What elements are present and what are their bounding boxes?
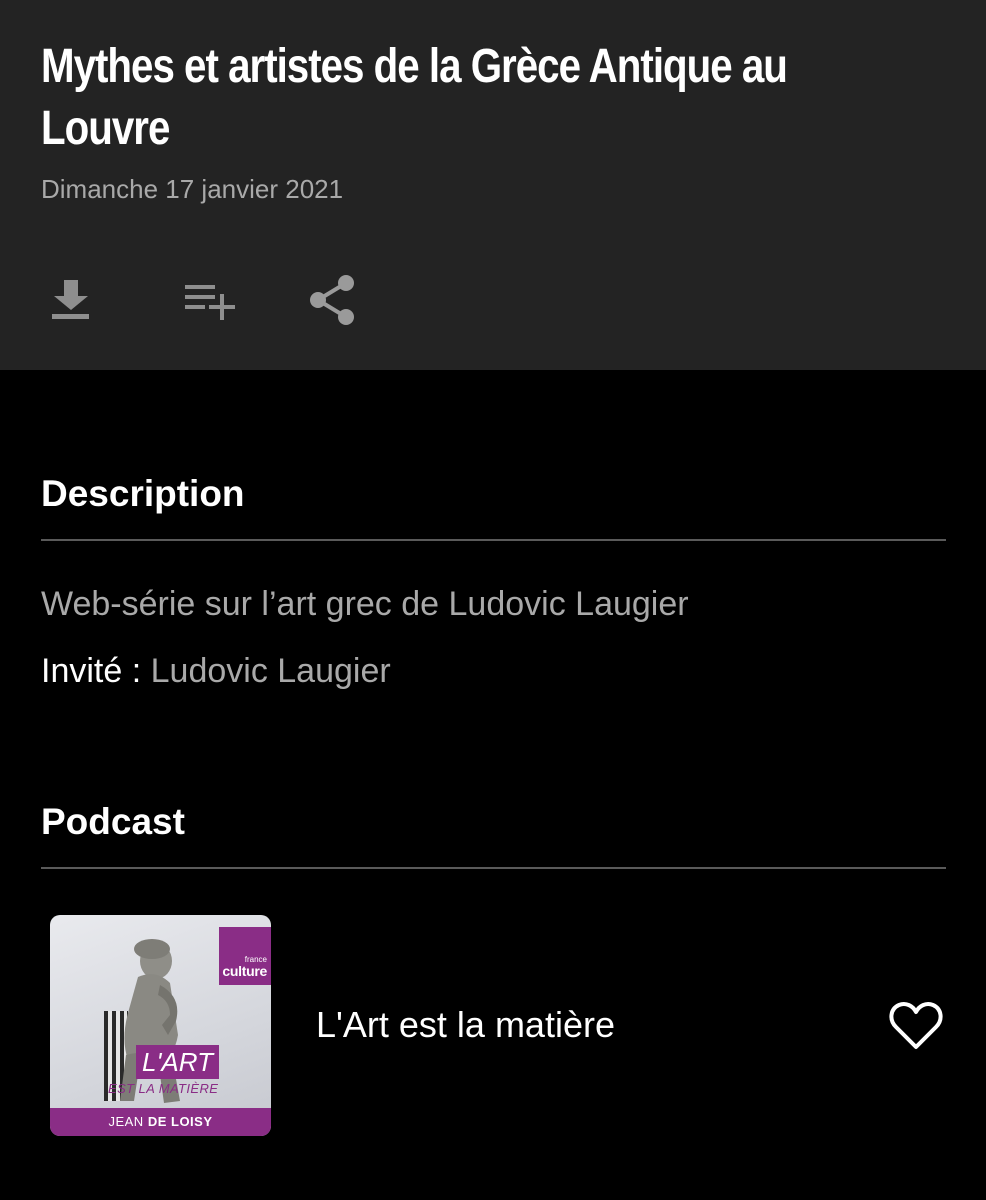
description-divider xyxy=(41,539,946,541)
share-button[interactable] xyxy=(306,272,358,328)
podcast-divider xyxy=(41,867,946,869)
france-culture-logo: france culture xyxy=(219,927,271,985)
podcast-name-link[interactable]: L'Art est la matière xyxy=(316,1004,615,1046)
playlist-add-icon xyxy=(185,285,235,320)
cover-author: JEAN DE LOISY xyxy=(50,1108,271,1136)
heart-outline-icon xyxy=(889,1001,943,1049)
episode-date: Dimanche 17 janvier 2021 xyxy=(41,174,344,204)
favorite-button[interactable] xyxy=(888,1000,944,1057)
podcast-heading: Podcast xyxy=(41,801,185,842)
share-icon xyxy=(310,275,354,325)
download-button[interactable] xyxy=(50,276,92,324)
cover-title-line2: EST LA MATIÈRE xyxy=(108,1081,219,1096)
add-to-playlist-button[interactable] xyxy=(183,282,239,322)
description-heading: Description xyxy=(41,473,245,514)
podcast-cover[interactable]: france culture L'ART EST LA MATIÈRE JEAN… xyxy=(50,915,271,1136)
download-icon xyxy=(52,280,89,319)
guest-name-link[interactable]: Ludovic Laugier xyxy=(151,652,391,690)
episode-title: Mythes et artistes de la Grèce Antique a… xyxy=(41,40,788,155)
episode-header: Mythes et artistes de la Grèce Antique a… xyxy=(0,0,986,370)
guest-label: Invité : xyxy=(41,652,142,690)
guest-line: Invité : Ludovic Laugier xyxy=(41,652,391,691)
description-text: Web-série sur l’art grec de Ludovic Laug… xyxy=(41,585,689,623)
cover-title-line1: L'ART xyxy=(136,1045,219,1079)
